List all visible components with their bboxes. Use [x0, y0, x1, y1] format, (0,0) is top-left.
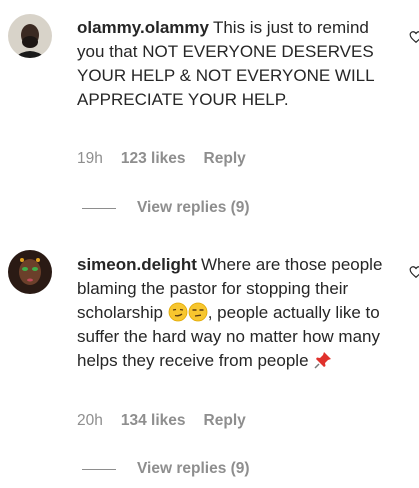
- likes-count[interactable]: 134 likes: [121, 412, 186, 430]
- unamused-emoji-icon: [188, 302, 208, 322]
- heart-icon[interactable]: [409, 30, 419, 44]
- comment-body: olammy.olammy This is just to remind you …: [77, 16, 397, 112]
- comment-time: 20h: [77, 412, 103, 429]
- avatar-man-beard-icon: [8, 14, 52, 58]
- smirk-emoji-icon: [168, 302, 188, 322]
- comment-username[interactable]: simeon.delight: [77, 255, 197, 274]
- divider-line: [82, 207, 116, 209]
- pushpin-emoji-icon: [314, 352, 332, 369]
- comment-meta: 20h 134 likes Reply: [77, 412, 246, 430]
- avatar-woman-green-icon: [8, 250, 52, 294]
- view-replies-label: View replies (9): [137, 460, 250, 477]
- comment-username[interactable]: olammy.olammy: [77, 18, 209, 37]
- user-avatar[interactable]: [8, 250, 52, 294]
- user-avatar[interactable]: [8, 14, 52, 58]
- comment-meta: 19h 123 likes Reply: [77, 150, 246, 168]
- heart-icon[interactable]: [409, 265, 419, 279]
- comment-body: simeon.delight Where are those people bla…: [77, 253, 397, 373]
- comment-time: 19h: [77, 150, 103, 167]
- reply-button[interactable]: Reply: [204, 412, 246, 430]
- reply-button[interactable]: Reply: [204, 150, 246, 168]
- likes-count[interactable]: 123 likes: [121, 150, 186, 168]
- divider-line: [82, 468, 116, 470]
- view-replies-label: View replies (9): [137, 199, 250, 216]
- view-replies-button[interactable]: View replies (9): [82, 460, 250, 478]
- view-replies-button[interactable]: View replies (9): [82, 199, 250, 217]
